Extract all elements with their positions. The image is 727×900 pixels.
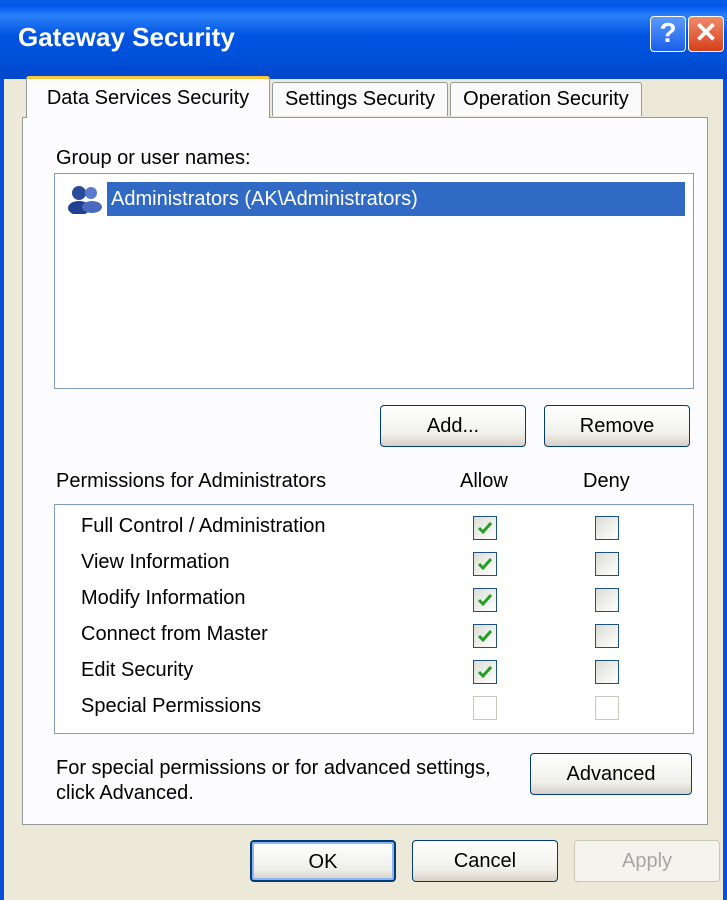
check-icon — [477, 666, 493, 679]
cancel-button[interactable]: Cancel — [412, 840, 558, 882]
deny-checkbox — [595, 696, 619, 720]
permission-name: Modify Information — [81, 587, 246, 609]
tab-settings-security[interactable]: Settings Security — [272, 82, 448, 116]
permission-row-view-information: View Information — [55, 545, 693, 581]
advanced-hint-line1: For special permissions or for advanced … — [56, 757, 491, 779]
advanced-hint-line2: click Advanced. — [56, 782, 194, 804]
close-icon: ✕ — [694, 17, 718, 48]
allow-header: Allow — [460, 470, 508, 492]
permission-name: Edit Security — [81, 659, 194, 681]
user-listbox[interactable]: Administrators (AK\Administrators) — [54, 173, 694, 389]
deny-header: Deny — [583, 470, 630, 492]
add-button[interactable]: Add... — [380, 405, 526, 447]
permission-name: Connect from Master — [81, 623, 268, 645]
group-icon — [68, 186, 102, 214]
deny-checkbox[interactable] — [595, 588, 619, 612]
check-icon — [477, 558, 493, 571]
deny-checkbox[interactable] — [595, 624, 619, 648]
permission-name: View Information — [81, 551, 230, 573]
permission-row-special-permissions: Special Permissions — [55, 689, 693, 725]
deny-checkbox[interactable] — [595, 552, 619, 576]
check-icon — [477, 594, 493, 607]
permission-row-connect-from-master: Connect from Master — [55, 617, 693, 653]
advanced-button[interactable]: Advanced — [530, 753, 692, 795]
tab-data-services-security[interactable]: Data Services Security — [26, 76, 270, 118]
permission-name: Full Control / Administration — [81, 515, 326, 537]
allow-checkbox[interactable] — [473, 552, 497, 576]
deny-checkbox[interactable] — [595, 660, 619, 684]
window-title: Gateway Security — [18, 22, 235, 52]
permission-row-modify-information: Modify Information — [55, 581, 693, 617]
deny-checkbox[interactable] — [595, 516, 619, 540]
remove-button[interactable]: Remove — [544, 405, 690, 447]
help-button[interactable]: ? — [650, 16, 686, 52]
check-icon — [477, 522, 493, 535]
window-frame-left — [0, 79, 4, 900]
permission-row-full-control: Full Control / Administration — [55, 509, 693, 545]
permission-name: Special Permissions — [81, 695, 262, 717]
allow-checkbox[interactable] — [473, 624, 497, 648]
ok-button[interactable]: OK — [250, 840, 396, 882]
help-icon: ? — [659, 17, 677, 48]
list-item[interactable]: Administrators (AK\Administrators) — [63, 182, 685, 216]
allow-checkbox[interactable] — [473, 516, 497, 540]
user-name: Administrators (AK\Administrators) — [107, 182, 685, 216]
permissions-list: Full Control / Administration View Infor… — [54, 504, 694, 734]
allow-checkbox[interactable] — [473, 588, 497, 612]
apply-button[interactable]: Apply — [574, 840, 720, 882]
tab-operation-security[interactable]: Operation Security — [450, 82, 642, 116]
check-icon — [477, 630, 493, 643]
allow-checkbox — [473, 696, 497, 720]
window-frame-right — [723, 79, 727, 900]
permission-row-edit-security: Edit Security — [55, 653, 693, 689]
users-label: Group or user names: — [56, 147, 251, 169]
permissions-header: Permissions for Administrators — [56, 470, 327, 492]
close-button[interactable]: ✕ — [688, 16, 724, 52]
allow-checkbox[interactable] — [473, 660, 497, 684]
title-bar[interactable]: Gateway Security ? ✕ — [0, 0, 727, 79]
